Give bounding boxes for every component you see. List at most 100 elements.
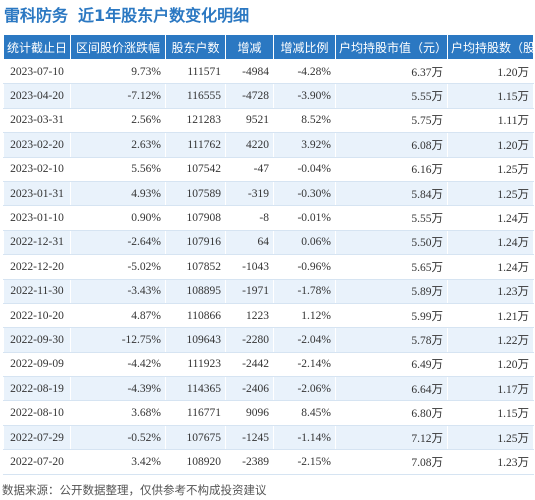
avg-shares-cell: 1.25万 xyxy=(447,156,534,182)
holders-cell: 111762 xyxy=(165,132,226,158)
date-cell: 2022-07-20 xyxy=(3,449,71,475)
avg-value-cell: 6.64万 xyxy=(335,376,448,402)
delta-cell: -2389 xyxy=(225,449,274,475)
holders-cell: 107542 xyxy=(165,156,226,182)
avg-value-cell: 5.89万 xyxy=(335,278,448,304)
avg-shares-cell: 1.20万 xyxy=(447,58,534,85)
date-cell: 2022-11-30 xyxy=(3,278,71,304)
holders-cell: 116555 xyxy=(165,83,226,109)
column-header-avg-shares: 户均持股数（股） xyxy=(447,34,534,60)
table-subtitle: 近1年股东户数变化明细 xyxy=(78,6,250,25)
avg-value-cell: 5.99万 xyxy=(335,302,448,329)
table-header-row: 统计截止日 区间股价涨跌幅 股东户数 增减 增减比例 户均持股市值（元） 户均持… xyxy=(3,34,534,60)
avg-value-cell: 7.08万 xyxy=(335,449,448,475)
price-change-cell: -5.02% xyxy=(70,254,166,280)
delta-cell: 64 xyxy=(225,229,274,256)
date-cell: 2022-07-29 xyxy=(3,424,71,451)
date-cell: 2023-02-20 xyxy=(3,132,71,158)
column-header-avg-value: 户均持股市值（元） xyxy=(335,34,448,60)
avg-shares-cell: 1.25万 xyxy=(447,424,534,451)
avg-value-cell: 6.80万 xyxy=(335,400,448,426)
delta-cell: -4728 xyxy=(225,83,274,109)
avg-shares-cell: 1.11万 xyxy=(447,107,534,134)
avg-value-cell: 6.37万 xyxy=(335,58,448,85)
holders-cell: 108920 xyxy=(165,449,226,475)
delta-pct-cell: 8.45% xyxy=(273,400,336,426)
delta-cell: 9096 xyxy=(225,400,274,426)
avg-shares-cell: 1.20万 xyxy=(447,351,534,378)
avg-value-cell: 6.08万 xyxy=(335,132,448,158)
holders-cell: 107852 xyxy=(165,254,226,280)
delta-pct-cell: -0.96% xyxy=(273,254,336,280)
table-row: 2023-02-20 2.63% 111762 4220 3.92% 6.08万 1.20万 xyxy=(3,132,534,158)
shareholder-table: 统计截止日 区间股价涨跌幅 股东户数 增减 增减比例 户均持股市值（元） 户均持… xyxy=(3,34,534,475)
holders-cell: 110866 xyxy=(165,302,226,329)
delta-pct-cell: 8.52% xyxy=(273,107,336,134)
price-change-cell: 0.90% xyxy=(70,205,166,231)
price-change-cell: -7.12% xyxy=(70,83,166,109)
delta-pct-cell: 1.12% xyxy=(273,302,336,329)
holders-cell: 109643 xyxy=(165,327,226,353)
price-change-cell: 9.73% xyxy=(70,58,166,85)
avg-value-cell: 5.50万 xyxy=(335,229,448,256)
delta-pct-cell: -1.14% xyxy=(273,424,336,451)
date-cell: 2023-03-31 xyxy=(3,107,71,134)
delta-cell: -2442 xyxy=(225,351,274,378)
delta-pct-cell: -2.14% xyxy=(273,351,336,378)
price-change-cell: 4.93% xyxy=(70,180,166,207)
price-change-cell: -2.64% xyxy=(70,229,166,256)
holders-cell: 116771 xyxy=(165,400,226,426)
avg-shares-cell: 1.24万 xyxy=(447,254,534,280)
stock-name: 雷科防务 xyxy=(4,6,69,25)
delta-pct-cell: 3.92% xyxy=(273,132,336,158)
date-cell: 2022-08-19 xyxy=(3,376,71,402)
delta-cell: 9521 xyxy=(225,107,274,134)
holders-cell: 111571 xyxy=(165,58,226,85)
page-title: 雷科防务 近1年股东户数变化明细 xyxy=(4,2,249,30)
price-change-cell: -12.75% xyxy=(70,327,166,353)
price-change-cell: 3.68% xyxy=(70,400,166,426)
table-row: 2023-03-31 2.56% 121283 9521 8.52% 5.75万 1.11万 xyxy=(3,107,534,134)
delta-cell: -1245 xyxy=(225,424,274,451)
table-row: 2022-07-29 -0.52% 107675 -1245 -1.14% 7.12万 1.… xyxy=(3,424,534,451)
date-cell: 2023-01-31 xyxy=(3,180,71,207)
date-cell: 2023-07-10 xyxy=(3,58,71,85)
holders-cell: 107675 xyxy=(165,424,226,451)
price-change-cell: 5.56% xyxy=(70,156,166,182)
column-header-price-change: 区间股价涨跌幅 xyxy=(70,34,166,60)
delta-cell: 1223 xyxy=(225,302,274,329)
delta-pct-cell: -2.04% xyxy=(273,327,336,353)
delta-cell: -2406 xyxy=(225,376,274,402)
delta-pct-cell: -0.30% xyxy=(273,180,336,207)
price-change-cell: 4.87% xyxy=(70,302,166,329)
price-change-cell: -4.42% xyxy=(70,351,166,378)
price-change-cell: -4.39% xyxy=(70,376,166,402)
date-cell: 2022-09-30 xyxy=(3,327,71,353)
table-row: 2023-01-10 0.90% 107908 -8 -0.01% 5.55万 1.24万 xyxy=(3,205,534,231)
delta-cell: -2280 xyxy=(225,327,274,353)
avg-shares-cell: 1.23万 xyxy=(447,449,534,475)
avg-value-cell: 6.49万 xyxy=(335,351,448,378)
table-row: 2022-12-31 -2.64% 107916 64 0.06% 5.50万 1.24万 xyxy=(3,229,534,256)
holders-cell: 107908 xyxy=(165,205,226,231)
holders-cell: 108895 xyxy=(165,278,226,304)
avg-value-cell: 5.55万 xyxy=(335,83,448,109)
delta-pct-cell: -3.90% xyxy=(273,83,336,109)
delta-cell: -1971 xyxy=(225,278,274,304)
price-change-cell: -3.43% xyxy=(70,278,166,304)
table-row: 2022-11-30 -3.43% 108895 -1971 -1.78% 5.89万 1.… xyxy=(3,278,534,304)
data-source-note: 数据来源：公开数据整理，仅供参考不构成投资建议 xyxy=(2,483,267,497)
table-row: 2023-07-10 9.73% 111571 -4984 -4.28% 6.37万 1.2… xyxy=(3,58,534,85)
avg-shares-cell: 1.24万 xyxy=(447,205,534,231)
avg-shares-cell: 1.15万 xyxy=(447,400,534,426)
price-change-cell: 2.56% xyxy=(70,107,166,134)
date-cell: 2022-08-10 xyxy=(3,400,71,426)
price-change-cell: -0.52% xyxy=(70,424,166,451)
table-row: 2022-12-20 -5.02% 107852 -1043 -0.96% 5.65万 1.… xyxy=(3,254,534,280)
avg-shares-cell: 1.22万 xyxy=(447,327,534,353)
table-row: 2023-02-10 5.56% 107542 -47 -0.04% 6.16万 1.25万 xyxy=(3,156,534,182)
table-row: 2022-07-20 3.42% 108920 -2389 -2.15% 7.08万 1.2… xyxy=(3,449,534,475)
date-cell: 2023-02-10 xyxy=(3,156,71,182)
column-header-delta: 增减 xyxy=(225,34,274,60)
holders-cell: 121283 xyxy=(165,107,226,134)
